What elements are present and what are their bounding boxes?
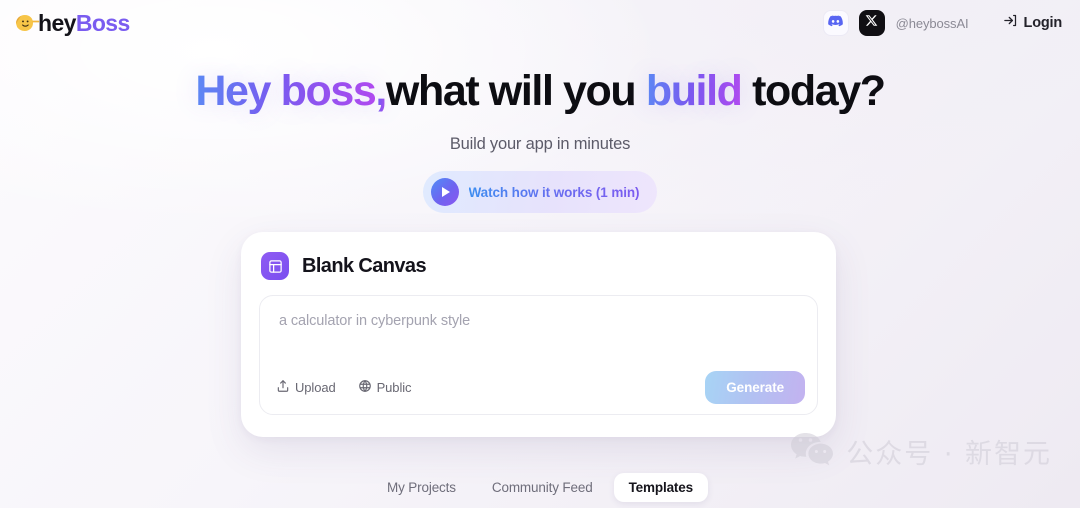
- prompt-toolbar: Upload Public Generate: [276, 371, 805, 404]
- generate-button[interactable]: Generate: [705, 371, 805, 404]
- login-label: Login: [1023, 15, 1063, 31]
- social-handle: @heybossAI: [895, 15, 969, 31]
- login-button[interactable]: Login: [1003, 13, 1062, 33]
- upload-icon: [276, 379, 290, 396]
- page-title: Hey boss,what will you build today?: [0, 67, 1080, 115]
- headline-part-hey-boss: Hey boss: [195, 67, 376, 115]
- watermark-text: 公众号 · 新智元: [846, 439, 1052, 470]
- x-icon: [865, 14, 878, 32]
- top-header: heyBoss @heybossAI Login: [0, 0, 1080, 46]
- headline-part-build: build: [645, 67, 743, 115]
- prompt-input-placeholder: a calculator in cyberpunk style: [279, 313, 471, 329]
- tab-community-feed[interactable]: Community Feed: [477, 473, 608, 502]
- logo-text-boss: Boss: [75, 9, 130, 36]
- login-arrow-icon: [1003, 13, 1018, 33]
- header-actions: @heybossAI Login: [822, 10, 1062, 36]
- discord-button[interactable]: [822, 10, 849, 36]
- watch-video-button[interactable]: Watch how it works (1 min): [422, 171, 658, 214]
- layout-panel-icon: [261, 252, 289, 280]
- globe-icon: [358, 379, 372, 396]
- visibility-label: Public: [376, 380, 412, 395]
- page-subtitle: Build your app in minutes: [449, 135, 631, 154]
- headline-part-what-will-you: what will you: [385, 67, 646, 115]
- discord-icon: [828, 14, 843, 32]
- card-title: Blank Canvas: [302, 254, 427, 277]
- pointing-hand-icon: [14, 12, 40, 34]
- watermark: 公众号 · 新智元: [790, 431, 1052, 472]
- x-button[interactable]: [858, 10, 885, 36]
- play-icon: [430, 178, 459, 207]
- tab-my-projects[interactable]: My Projects: [372, 473, 471, 502]
- tab-templates[interactable]: Templates: [613, 473, 708, 502]
- watch-video-label: Watch how it works (1 min): [468, 184, 640, 200]
- card-header: Blank Canvas: [259, 250, 818, 280]
- hero-section: Hey boss,what will you build today? Buil…: [0, 67, 1080, 214]
- headline-comma: ,: [375, 67, 387, 115]
- wechat-icon: [790, 431, 834, 472]
- visibility-button[interactable]: Public: [358, 379, 412, 396]
- bottom-tabs: My Projects Community Feed Templates: [0, 473, 1080, 502]
- logo[interactable]: heyBoss: [14, 9, 130, 36]
- upload-button[interactable]: Upload: [276, 379, 336, 396]
- prompt-input-wrapper[interactable]: a calculator in cyberpunk style Upload P…: [259, 295, 818, 415]
- upload-label: Upload: [295, 380, 336, 395]
- logo-text-hey: hey: [38, 9, 76, 36]
- headline-part-today: today?: [741, 67, 886, 115]
- prompt-card: Blank Canvas a calculator in cyberpunk s…: [241, 232, 836, 437]
